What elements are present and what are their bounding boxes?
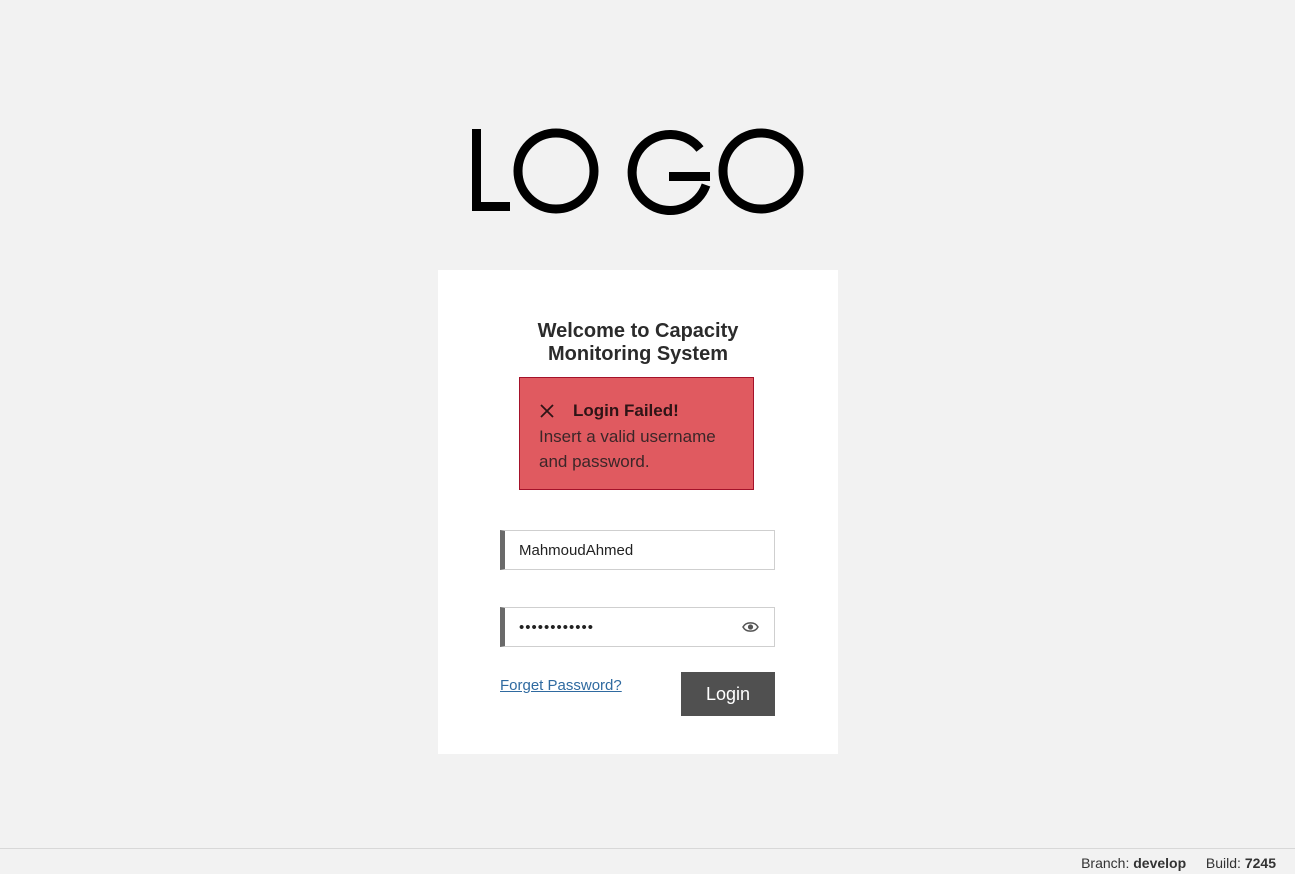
password-field bbox=[500, 607, 775, 647]
eye-icon[interactable] bbox=[742, 620, 759, 634]
login-button[interactable]: Login bbox=[681, 672, 775, 716]
branch-value: develop bbox=[1133, 855, 1187, 871]
build-value: 7245 bbox=[1244, 855, 1276, 871]
username-field bbox=[500, 530, 775, 570]
error-message-line1: Insert a valid username bbox=[539, 427, 716, 446]
login-error-alert: Login Failed! Insert a valid username an… bbox=[519, 377, 754, 490]
password-input[interactable] bbox=[505, 608, 774, 646]
login-card: Welcome to Capacity Monitoring System Lo… bbox=[438, 270, 838, 754]
welcome-title-line1: Welcome to Capacity bbox=[537, 320, 739, 342]
branch-label: Branch: bbox=[1081, 855, 1130, 871]
error-title: Login Failed! bbox=[573, 401, 679, 420]
forget-password-link[interactable]: Forget Password? bbox=[500, 677, 622, 694]
build-label: Build: bbox=[1205, 855, 1241, 871]
close-icon[interactable] bbox=[539, 403, 555, 419]
logo-graphic bbox=[472, 128, 804, 215]
logo bbox=[470, 127, 804, 215]
username-input[interactable] bbox=[505, 531, 774, 569]
error-message: Insert a valid username and password. bbox=[539, 424, 735, 474]
welcome-title-line2: Monitoring System bbox=[547, 343, 728, 365]
welcome-title: Welcome to Capacity Monitoring System bbox=[438, 320, 838, 366]
error-header: Login Failed! bbox=[539, 398, 735, 424]
build-info: Branch: develop Build: 7245 bbox=[1081, 855, 1276, 871]
footer: Branch: develop Build: 7245 bbox=[0, 848, 1295, 874]
error-message-line2: and password. bbox=[539, 452, 650, 471]
